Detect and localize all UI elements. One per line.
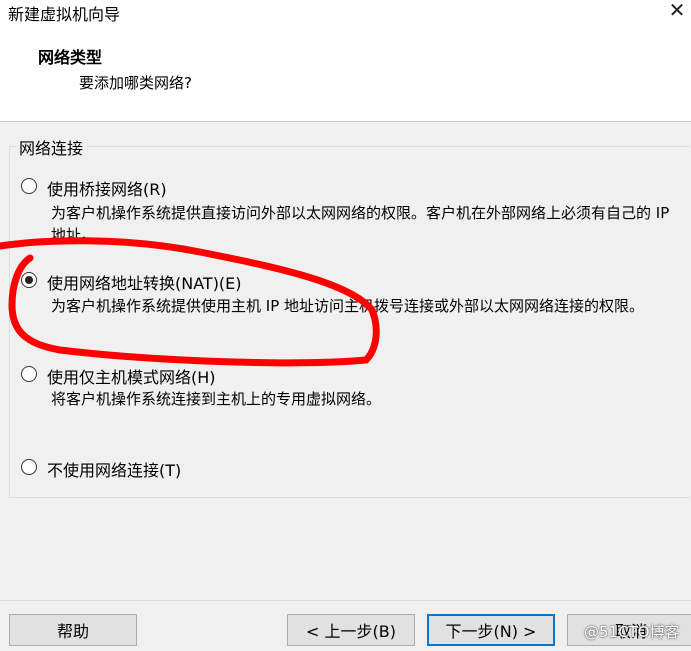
radio-host-only[interactable] [21,366,37,382]
radio-bridged[interactable] [21,178,37,194]
footer-divider [0,600,691,601]
group-label: 网络连接 [16,135,87,159]
option-desc-host-only: 将客户机操作系统连接到主机上的专用虚拟网络。 [51,390,382,408]
back-button[interactable]: < 上一步(B) [287,614,415,646]
title-bar: 新建虚拟机向导 ✕ [0,0,691,24]
option-label-host-only[interactable]: 使用仅主机模式网络(H) [47,364,216,388]
option-label-no-network[interactable]: 不使用网络连接(T) [47,457,181,481]
option-desc-bridged: 为客户机操作系统提供直接访问外部以太网网络的权限。客户机在外部网络上必须有自己的… [51,204,670,244]
radio-no-network[interactable] [21,459,37,475]
page-title: 网络类型 [38,48,103,67]
wizard-header: 网络类型 要添加哪类网络? [0,24,691,122]
option-desc-nat: 为客户机操作系统提供使用主机 IP 地址访问主机拨号连接或外部以太网网络连接的权… [51,297,645,315]
page-subtitle: 要添加哪类网络? [79,74,192,92]
window-title: 新建虚拟机向导 [8,5,121,24]
close-icon[interactable]: ✕ [666,0,688,22]
help-button[interactable]: 帮助 [9,614,137,646]
radio-nat[interactable] [21,272,37,288]
watermark: @51CTO博客 [584,623,680,641]
next-button[interactable]: 下一步(N) > [427,614,555,646]
option-label-bridged[interactable]: 使用桥接网络(R) [47,176,167,200]
option-label-nat[interactable]: 使用网络地址转换(NAT)(E) [47,270,242,294]
